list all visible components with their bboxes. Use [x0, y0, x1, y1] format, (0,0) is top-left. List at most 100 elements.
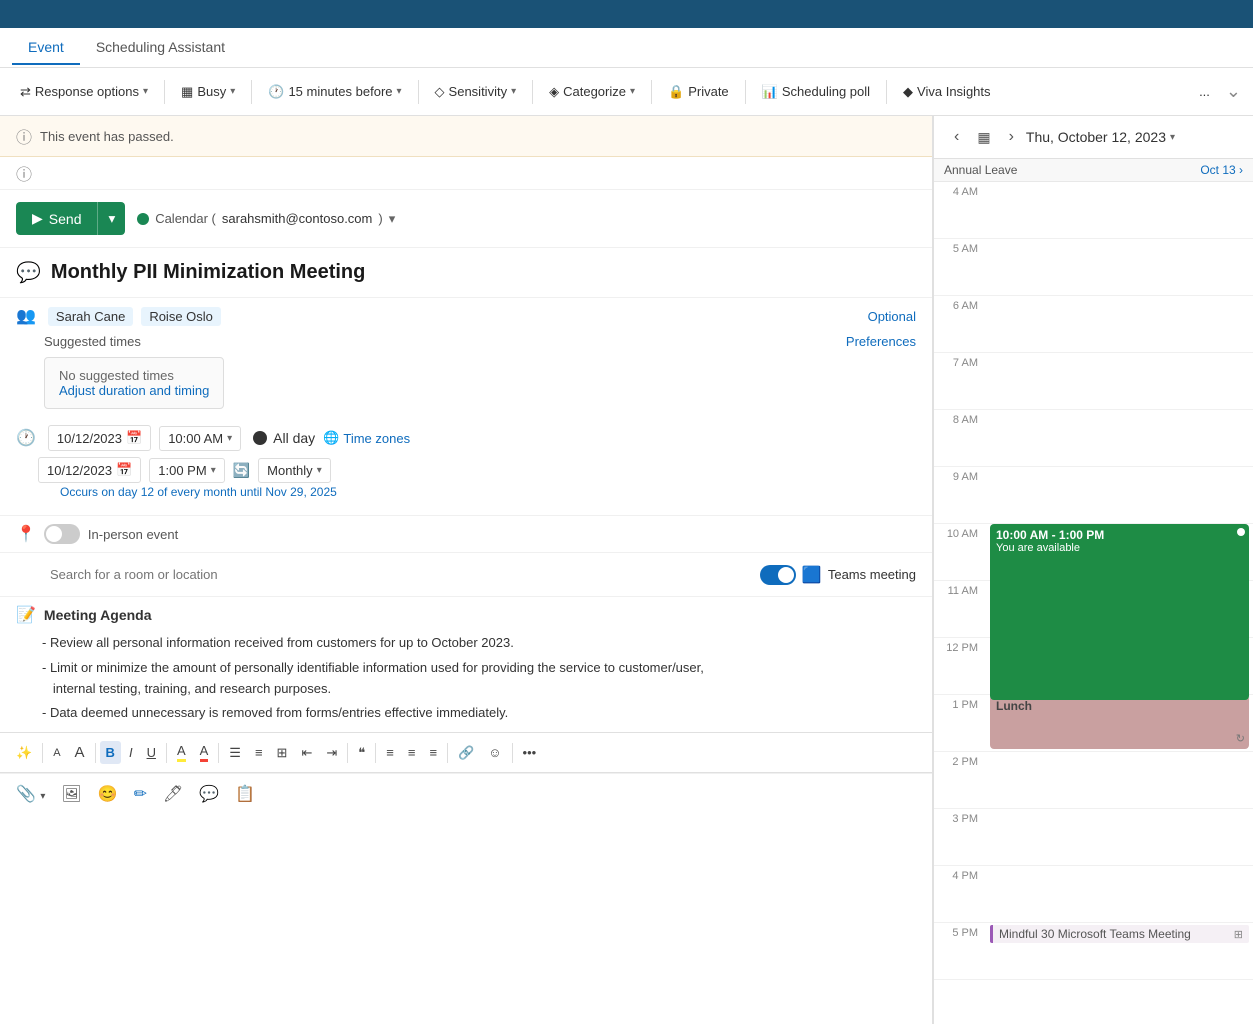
expand-btn[interactable]: ⌄: [1226, 81, 1241, 102]
sensitivity-btn[interactable]: ◇ Sensitivity ▾: [427, 80, 525, 104]
calendar-expand-icon[interactable]: ▾: [389, 211, 396, 227]
recurrence-note[interactable]: Occurs on day 12 of every month until No…: [16, 483, 916, 507]
numbered-list-btn[interactable]: ⊞: [271, 741, 294, 765]
tab-scheduling-assistant[interactable]: Scheduling Assistant: [80, 31, 241, 65]
inperson-toggle[interactable]: [44, 524, 80, 544]
cal-grid-btn[interactable]: ▦: [971, 127, 996, 148]
attendee-chip-1[interactable]: Roise Oslo: [141, 307, 221, 326]
teams-meeting-toggle[interactable]: [760, 565, 796, 585]
busy-icon: ▦: [181, 84, 193, 100]
chevron-down-icon-2: ▾: [230, 86, 235, 97]
fmt-sep-1: [42, 743, 43, 763]
link-btn[interactable]: 🔗: [452, 741, 480, 765]
magic-format-btn[interactable]: ✨: [10, 741, 38, 765]
indent-decrease-btn[interactable]: ⇤: [295, 741, 318, 765]
location-search-input[interactable]: [40, 561, 752, 588]
end-time-select[interactable]: 1:00 PM ▾: [149, 458, 224, 483]
cal-next-btn[interactable]: ›: [1003, 126, 1020, 148]
send-dropdown-btn[interactable]: ▾: [97, 202, 125, 235]
mindful-event-block[interactable]: Mindful 30 Microsoft Teams Meeting ⊞: [990, 925, 1249, 943]
time-slot-6am: 6 AM: [934, 296, 1253, 353]
end-date-input[interactable]: 10/12/2023 📅: [38, 457, 141, 483]
event-dot: [1237, 528, 1245, 536]
private-btn[interactable]: 🔒 Private: [660, 80, 737, 104]
reminder-btn[interactable]: 🕐 15 minutes before ▾: [260, 80, 409, 104]
indent-increase-btn[interactable]: ⇥: [320, 741, 343, 765]
chat-icon: 💬: [16, 260, 41, 285]
annual-leave-date[interactable]: Oct 13 ›: [1200, 163, 1243, 177]
send-group: ▶ Send ▾: [16, 202, 125, 235]
event-block-sub: You are available: [996, 542, 1243, 554]
image-btn[interactable]: 🖼: [55, 780, 87, 808]
busy-btn[interactable]: ▦ Busy ▾: [173, 80, 243, 104]
suggested-times-row: Suggested times Preferences: [0, 330, 932, 353]
scheduling-poll-btn[interactable]: 📊 Scheduling poll: [754, 80, 878, 104]
lunch-title: Lunch: [996, 699, 1243, 713]
chevron-down-icon: ▾: [143, 86, 148, 97]
align-justify-btn[interactable]: ≡: [423, 741, 443, 764]
highlight-btn[interactable]: ✏: [128, 780, 153, 808]
pen-btn[interactable]: 🖊: [157, 780, 189, 808]
start-datetime-row: 🕐 10/12/2023 📅 10:00 AM ▾ All day 🌐 Time…: [16, 425, 916, 451]
attendee-chip-0[interactable]: Sarah Cane: [48, 307, 133, 326]
mindful-title: Mindful 30 Microsoft Teams Meeting: [999, 927, 1191, 941]
teams-icon: 🟦: [802, 565, 822, 585]
underline-btn[interactable]: U: [141, 741, 162, 764]
emoji-insert-btn[interactable]: 😊: [92, 780, 124, 808]
time-label-12pm: 12 PM: [934, 638, 986, 658]
fmt-sep-8: [512, 743, 513, 763]
more-format-btn[interactable]: •••: [517, 741, 543, 764]
toolbar-sep-3: [418, 80, 419, 104]
calendar-header: ‹ ▦ › Thu, October 12, 2023 ▾: [934, 116, 1253, 159]
send-button[interactable]: ▶ Send: [16, 202, 97, 235]
recurrence-select[interactable]: Monthly ▾: [258, 458, 331, 483]
cal-date-title[interactable]: Thu, October 12, 2023 ▾: [1026, 129, 1175, 145]
main-event-block[interactable]: 10:00 AM - 1:00 PM You are available: [990, 524, 1249, 700]
font-size-increase-btn[interactable]: A: [69, 740, 91, 765]
font-color-btn[interactable]: A: [194, 739, 215, 766]
quote-btn[interactable]: ❝: [352, 741, 371, 765]
italic-btn[interactable]: I: [123, 741, 139, 764]
start-time-select[interactable]: 10:00 AM ▾: [159, 426, 241, 451]
tab-event[interactable]: Event: [12, 31, 80, 65]
cal-prev-btn[interactable]: ‹: [948, 126, 965, 148]
highlight-color-btn[interactable]: A: [171, 739, 192, 766]
agenda-header: 📝 Meeting Agenda: [16, 605, 916, 625]
event-title[interactable]: Monthly PII Minimization Meeting: [51, 261, 365, 284]
mindful-icon: ⊞: [1234, 928, 1243, 941]
timezone-button[interactable]: 🌐 Time zones: [323, 430, 410, 446]
more-btn[interactable]: ...: [1191, 80, 1218, 103]
categorize-btn[interactable]: ◈ Categorize ▾: [541, 80, 643, 104]
poll-icon: 📊: [762, 84, 778, 100]
bold-btn[interactable]: B: [100, 741, 121, 764]
format-toolbar: ✨ A A B I U A A ☰ ≡ ⊞ ⇤ ⇥ ❝ ≡ ≡ ≡ 🔗 ☺: [0, 732, 932, 773]
align-right-btn[interactable]: ≡: [402, 741, 422, 764]
start-date-input[interactable]: 10/12/2023 📅: [48, 425, 151, 451]
preferences-link[interactable]: Preferences: [846, 334, 916, 349]
time-slot-5pm: 5 PM Mindful 30 Microsoft Teams Meeting …: [934, 923, 1253, 980]
time-slot-1pm: 1 PM Lunch ↻: [934, 695, 1253, 752]
font-size-decrease-btn[interactable]: A: [47, 743, 66, 763]
agenda-title: Meeting Agenda: [44, 607, 152, 623]
emoji-btn[interactable]: ☺: [482, 741, 507, 764]
sticker-btn[interactable]: 💬: [193, 780, 225, 808]
attach-btn[interactable]: 📎 ▾: [10, 780, 51, 808]
lunch-event-block[interactable]: Lunch ↻: [990, 695, 1249, 749]
calendar-body: 4 AM 5 AM 6 AM 7 AM: [934, 182, 1253, 1024]
bullet-list-btn[interactable]: ≡: [249, 741, 269, 764]
globe-icon: 🌐: [323, 430, 339, 446]
time-grid: 4 AM 5 AM 6 AM 7 AM: [934, 182, 1253, 980]
agenda-content[interactable]: - Review all personal information receiv…: [16, 633, 916, 724]
time-slot-2pm: 2 PM: [934, 752, 1253, 809]
align-left-btn[interactable]: ☰: [223, 741, 247, 765]
align-center-btn[interactable]: ≡: [380, 741, 400, 764]
time-label-1pm: 1 PM: [934, 695, 986, 715]
adjust-link[interactable]: Adjust duration and timing: [59, 383, 209, 398]
optional-link[interactable]: Optional: [868, 309, 916, 324]
response-options-btn[interactable]: ⇄ Response options ▾: [12, 80, 156, 104]
time-label-3pm: 3 PM: [934, 809, 986, 829]
agenda-item-1: - Limit or minimize the amount of person…: [42, 658, 916, 700]
viva-insights-btn[interactable]: ◆ Viva Insights: [895, 80, 998, 104]
forms-btn[interactable]: 📋: [229, 780, 261, 808]
chevron-down-icon-6: ▾: [227, 433, 232, 444]
